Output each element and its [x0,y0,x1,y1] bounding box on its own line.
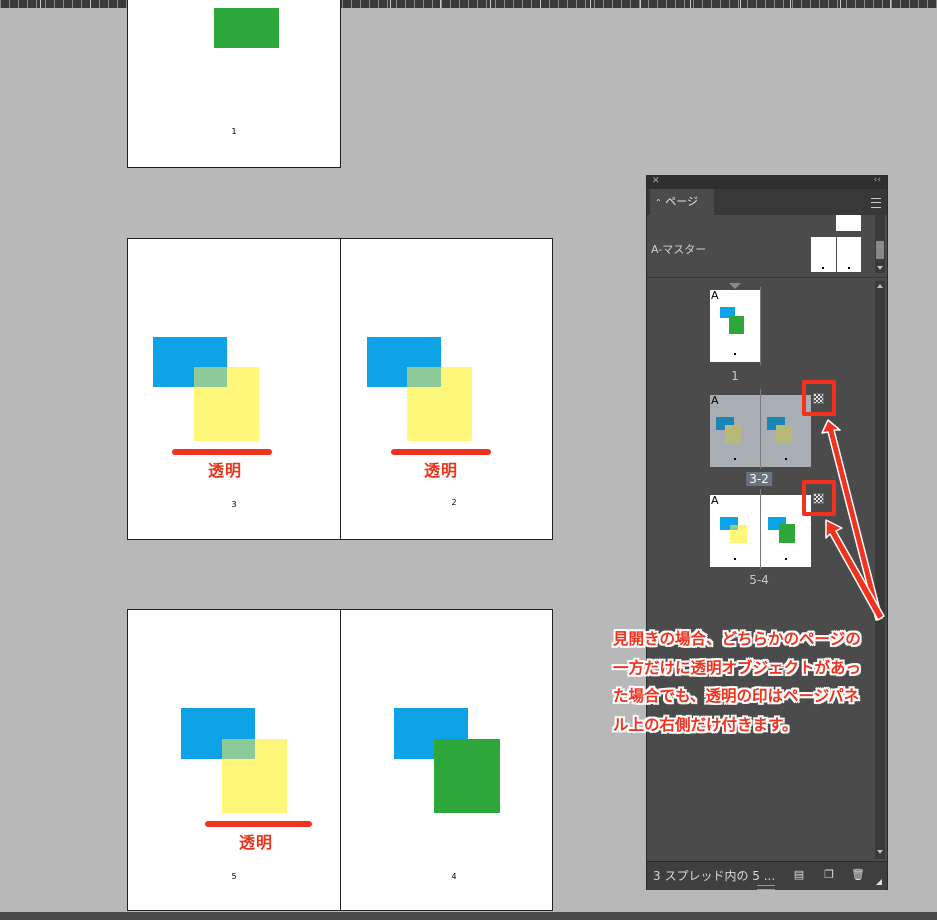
transparency-overlap [194,367,227,387]
a-master-right-thumbnail[interactable] [837,237,861,272]
spread-spine [340,609,341,911]
transparency-underline [391,449,491,455]
transparency-overlap [407,367,441,387]
master-scrollbar[interactable] [875,215,885,273]
panel-menu-icon[interactable] [871,198,881,208]
master-pages-section[interactable]: A-マスター [647,215,887,278]
panel-title-bar[interactable]: ✕ ‹‹ [647,175,887,189]
pages-panel[interactable]: ✕ ‹‹ ⌃ ページ A-マスター A 1 A 3-2 A 5-4 3 スプレッ… [646,175,888,890]
panel-drag-handle[interactable] [757,885,775,890]
document-page-1[interactable]: 1 [127,0,341,168]
transparency-highlight-box [802,480,836,516]
transparency-label: 透明 [423,461,459,480]
bottom-status-bar [0,912,937,920]
panel-tab-bar: ⌃ ページ [647,189,887,215]
close-icon[interactable]: ✕ [652,176,660,186]
page-thumbnail-5[interactable]: A [710,494,760,567]
pages-scrollbar[interactable] [875,281,885,859]
tab-expand-icon: ⌃ [655,198,662,207]
transparency-label: 透明 [207,461,243,480]
spread-label-5-4[interactable]: 5-4 [749,573,769,587]
page-number: 1 [231,127,237,136]
green-rectangle[interactable] [214,8,279,48]
new-page-icon[interactable]: ❐ [823,869,835,881]
tab-pages[interactable]: ⌃ ページ [650,189,714,215]
collapse-icon[interactable]: ‹‹ [874,175,881,185]
transparency-underline [205,821,312,827]
spread-label-1[interactable]: 1 [731,369,739,383]
a-master-left-thumbnail[interactable] [811,237,836,272]
pages-list[interactable]: A 1 A 3-2 A 5-4 [647,279,875,859]
transparency-overlap [222,739,255,759]
annotation-text: 見開きの場合、どちらかのページの 一方だけに透明オブジェクトがあっ た場合でも、… [613,630,862,734]
spread-spine [340,238,341,540]
panel-footer: 3 スプレッド内の 5 ... ▤ ❐ 🗑 ◢ [647,861,887,890]
spread-label-3-2[interactable]: 3-2 [746,472,772,486]
transparency-label: 透明 [238,833,274,852]
page-number: 4 [451,872,457,881]
page-thumbnail-1[interactable]: A [710,289,760,362]
green-rectangle[interactable] [434,739,500,813]
page-number: 3 [231,500,237,509]
transparency-underline [172,449,272,455]
edit-page-size-icon[interactable]: ▤ [793,869,805,881]
none-master-thumbnail[interactable] [836,215,861,231]
page-number: 2 [451,498,457,507]
delete-page-icon[interactable]: 🗑 [851,869,865,881]
page-number: 5 [231,872,237,881]
insert-marker-icon [729,283,741,289]
tab-pages-label: ページ [665,195,698,208]
resize-grip-icon[interactable]: ◢ [873,876,885,888]
page-thumbnail-3[interactable]: A [710,394,760,467]
status-text: 3 スプレッド内の 5 ... [653,869,776,883]
master-label[interactable]: A-マスター [651,241,706,257]
transparency-highlight-box [802,380,836,416]
